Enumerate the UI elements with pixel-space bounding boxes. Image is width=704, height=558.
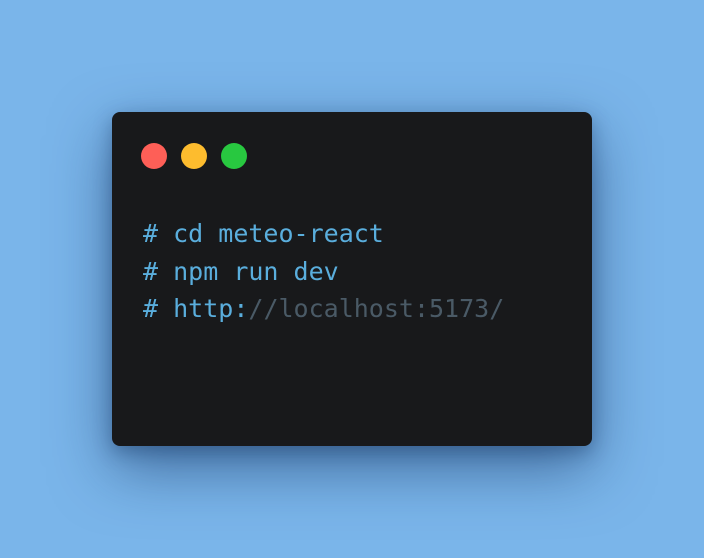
terminal-line: # cd meteo-react <box>143 215 504 253</box>
prompt-symbol: # <box>143 294 159 323</box>
terminal-line: # http://localhost:5173/ <box>143 290 504 328</box>
close-button-icon[interactable] <box>141 143 167 169</box>
maximize-button-icon[interactable] <box>221 143 247 169</box>
terminal-window: # cd meteo-react # npm run dev # http://lo… <box>112 112 592 446</box>
command-text: npm run dev <box>173 256 339 286</box>
minimize-button-icon[interactable] <box>181 143 207 169</box>
command-text: cd meteo-react <box>173 219 384 248</box>
prompt-symbol: # <box>143 219 159 248</box>
window-controls <box>141 143 247 169</box>
comment-text: //localhost:5173/ <box>248 294 505 323</box>
terminal-output: # cd meteo-react # npm run dev # http://lo… <box>143 215 504 328</box>
prompt-symbol: # <box>143 256 159 286</box>
command-text: http: <box>173 294 249 323</box>
terminal-line: # npm run dev <box>143 253 504 291</box>
